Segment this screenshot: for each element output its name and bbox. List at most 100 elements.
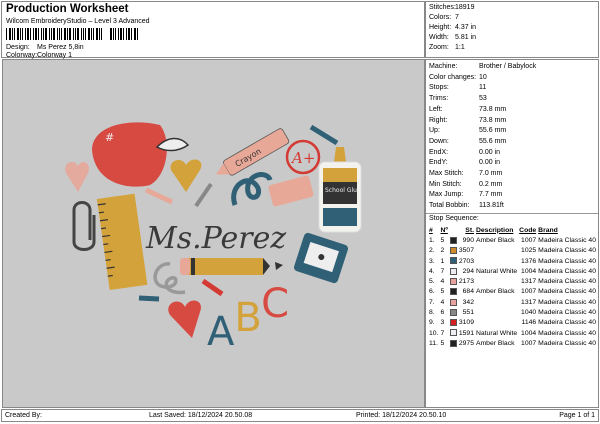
table-row: 11. 5 2975 Amber Black 1007 Madeira Classic 4…: [428, 338, 597, 348]
colorway-label: Colorway:: [6, 52, 38, 59]
row-stitches: 294: [462, 267, 474, 275]
swirl-teal-icon: [231, 172, 273, 206]
row-description: Amber Black: [475, 236, 515, 244]
table-row: 5. 4 2173 1317 Madeira Classic 40: [428, 276, 597, 286]
color-swatch: [449, 338, 458, 348]
row-code: 1317: [521, 298, 537, 306]
row-number: 9.: [429, 319, 435, 327]
row-code: 1007: [521, 288, 537, 296]
heart-mustard-icon: [170, 159, 202, 192]
pushpin-pink-icon: [144, 187, 174, 205]
row-needle: 5: [440, 236, 445, 244]
row-needle: 4: [440, 298, 445, 306]
apple-icon: #: [92, 122, 167, 187]
color-swatch: [449, 297, 458, 307]
worksheet-header: Production Worksheet Wilcom EmbroiderySt…: [1, 1, 425, 59]
colorway-value: Colorway 1: [37, 52, 73, 59]
stat-colors: Colors: 7: [429, 14, 459, 24]
info-row: Up: 55.6 mm: [429, 127, 506, 137]
row-stitches: 684: [462, 288, 474, 296]
row-number: 2.: [429, 247, 435, 255]
color-swatch: [449, 276, 458, 286]
pushpin-teal-icon: [309, 124, 339, 146]
row-code: 1004: [521, 329, 537, 337]
heart-pink-icon: [65, 162, 89, 192]
crayon-icon: Crayon: [216, 128, 290, 176]
row-needle: 3: [440, 319, 445, 327]
stat-value: 7: [455, 14, 459, 21]
table-row: 9. 3 3109 1146 Madeira Classic 40: [428, 318, 597, 328]
info-value: 55.6 mm: [479, 137, 507, 145]
pushpin-gray-icon: [194, 182, 213, 208]
row-brand: Madeira Classic 40: [538, 267, 596, 275]
row-description: [475, 307, 518, 317]
sharpener-icon: [293, 232, 349, 284]
row-stitches: 2975: [458, 339, 474, 347]
row-description: Natural White: [475, 329, 518, 337]
info-value: 7.7 mm: [479, 191, 503, 199]
info-row: Min Stitch: 0.2 mm: [429, 181, 502, 191]
row-description: [475, 297, 518, 307]
design-name-text: Ms.Perez: [145, 221, 286, 256]
row-number: 10.: [429, 329, 439, 337]
info-row: Trims: 53: [429, 95, 487, 105]
row-number: 5.: [429, 278, 435, 286]
row-stitches: 3507: [458, 247, 474, 255]
row-code: 1007: [521, 236, 537, 244]
printed-date: Printed: 18/12/2024 20.50.10: [356, 412, 447, 419]
stat-label: Zoom:: [429, 44, 449, 51]
info-label: Min Stitch:: [429, 180, 462, 188]
row-number: 3.: [429, 257, 435, 265]
col-needle: Nº: [440, 226, 448, 234]
info-label: Left:: [429, 105, 443, 113]
embroidery-design: # Crayon A+ School Glue Ms.Perez ABC: [65, 122, 362, 355]
info-row: EndY: 0.00 in: [429, 159, 500, 169]
stat-width: Width: 5.81 in: [429, 34, 476, 44]
footer: Created By: Last Saved: 18/12/2024 20.50…: [1, 409, 599, 422]
row-brand: Madeira Classic 40: [538, 257, 596, 265]
pencil-icon: [180, 258, 270, 275]
info-label: Right:: [429, 116, 448, 124]
heart-red-icon: [168, 300, 202, 338]
glue-bottle-icon: School Glue: [318, 147, 362, 233]
stat-value: 1:1: [455, 44, 465, 51]
stat-zoom: Zoom: 1:1: [429, 44, 465, 54]
stat-stitches: Stitches:18919: [429, 4, 474, 14]
design-value: Ms Perez 5,8in: [37, 44, 84, 51]
info-label: EndX:: [429, 148, 449, 156]
pushpin-teal-small-icon: [138, 295, 160, 302]
info-label: Total Bobbin:: [429, 202, 470, 210]
row-stitches: 1591: [458, 329, 474, 337]
stat-value: 18919: [455, 4, 475, 11]
table-row: 1. 5 990 Amber Black 1007 Madeira Classic 40: [428, 235, 597, 245]
row-code: 1376: [521, 257, 537, 265]
row-number: 6.: [429, 288, 435, 296]
table-row: 6. 5 684 Amber Black 1007 Madeira Classic 40: [428, 287, 597, 297]
col-stitches: St.: [465, 226, 474, 234]
row-needle: 7: [440, 329, 445, 337]
color-swatch: [449, 246, 458, 256]
info-row: Max Stitch: 7.0 mm: [429, 170, 502, 180]
info-row: Machine: Brother / Babylock: [429, 63, 536, 73]
table-row: 4. 7 294 Natural White 1004 Madeira Classic 4…: [428, 266, 597, 276]
row-brand: Madeira Classic 40: [538, 278, 596, 286]
info-row: Right: 73.8 mm: [429, 117, 506, 127]
info-row: Max Jump: 7.7 mm: [429, 191, 502, 201]
row-description: Amber Black: [475, 339, 515, 347]
page-title: Production Worksheet: [6, 3, 129, 15]
info-value: 53: [479, 95, 487, 103]
color-swatch: [449, 328, 458, 338]
row-brand: Madeira Classic 40: [538, 319, 596, 327]
info-value: 0.2 mm: [479, 180, 503, 188]
stop-sequence-table: # Nº St. Description Code Brand 1. 5 990 Am…: [428, 225, 597, 349]
info-label: Up:: [429, 127, 440, 135]
barcode: [6, 28, 139, 40]
row-code: 1025: [521, 247, 537, 255]
software-subtitle: Wilcom EmbroideryStudio – Level 3 Advanc…: [6, 18, 150, 25]
row-description: [475, 318, 518, 328]
col-brand: Brand: [538, 226, 558, 234]
svg-text:#: #: [105, 131, 114, 144]
color-swatch: [449, 256, 458, 266]
row-code: 1007: [521, 339, 537, 347]
row-description: Amber Black: [475, 288, 515, 296]
